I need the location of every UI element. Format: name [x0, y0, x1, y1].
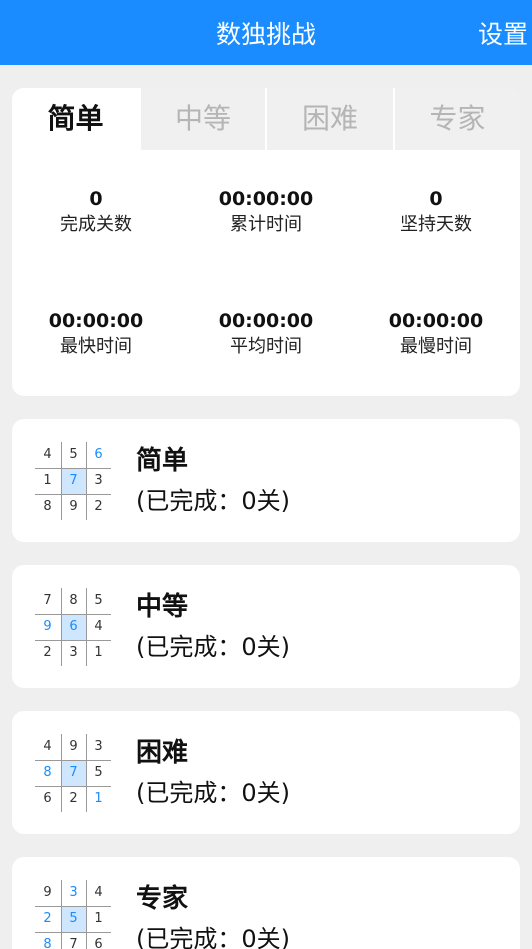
sudoku-cell: 9: [69, 739, 78, 754]
grid-divider: [61, 734, 62, 812]
level-name: 专家: [136, 884, 189, 914]
grid-divider: [61, 442, 62, 520]
tab-easy[interactable]: 简单: [12, 88, 139, 150]
grid-divider: [61, 880, 62, 949]
settings-button[interactable]: 设置: [478, 0, 528, 65]
sudoku-thumbnail-icon: 4 5 6 173 8 9 2: [35, 442, 111, 520]
stat-value: 00:00:00: [218, 310, 314, 332]
grid-divider: [86, 734, 87, 812]
level-card-hard[interactable]: 4 9 3 875 6 2 1 困难 (已完成：0关): [12, 711, 520, 834]
sudoku-cell: 2: [94, 499, 103, 514]
page-title: 数独挑战: [215, 20, 316, 49]
grid-divider: [35, 906, 111, 907]
stat-fastest-time: 00:00:00 最快时间: [12, 308, 180, 360]
grid-divider: [86, 588, 87, 666]
stat-label: 最慢时间: [400, 336, 472, 357]
level-progress: (已完成：0关): [136, 779, 290, 807]
sudoku-cell: 4: [94, 619, 103, 634]
level-card-easy[interactable]: 4 5 6 173 8 9 2 简单 (已完成：0关): [12, 419, 520, 542]
stat-value: 00:00:00: [388, 310, 484, 332]
tab-expert[interactable]: 专家: [395, 88, 520, 150]
sudoku-cell: 3: [94, 473, 103, 488]
grid-divider: [61, 588, 62, 666]
sudoku-cell: 9: [69, 499, 78, 514]
sudoku-cell: 5: [61, 906, 86, 932]
sudoku-cell: 7: [61, 468, 86, 494]
sudoku-cell: 8: [43, 937, 52, 949]
grid-divider: [35, 932, 111, 933]
sudoku-cell: 9: [43, 619, 52, 634]
level-progress: (已完成：0关): [136, 633, 290, 661]
sudoku-cell: 6: [43, 791, 52, 806]
grid-divider: [35, 760, 111, 761]
sudoku-thumbnail-icon: 4 9 3 875 6 2 1: [35, 734, 111, 812]
sudoku-cell: 1: [94, 911, 103, 926]
sudoku-cell: 3: [94, 739, 103, 754]
sudoku-thumbnail-icon: 7 8 5 964 2 3 1: [35, 588, 111, 666]
sudoku-cell: 8: [69, 593, 78, 608]
sudoku-cell: 2: [43, 911, 52, 926]
sudoku-cell: 7: [69, 937, 78, 949]
top-bar: 数独挑战 设置: [0, 0, 532, 65]
sudoku-cell: 5: [94, 765, 103, 780]
stat-label: 累计时间: [230, 214, 302, 235]
level-name: 简单: [136, 446, 189, 476]
sudoku-cell: 1: [94, 645, 103, 660]
sudoku-cell: 5: [94, 593, 103, 608]
sudoku-cell: 3: [69, 885, 78, 900]
tab-medium[interactable]: 中等: [141, 88, 265, 150]
grid-divider: [35, 468, 111, 469]
sudoku-cell: 7: [43, 593, 52, 608]
stat-value: 0: [429, 188, 443, 210]
sudoku-cell: 4: [94, 885, 103, 900]
sudoku-thumbnail-icon: 9 3 4 251 8 7 6: [35, 880, 111, 949]
sudoku-cell: 7: [61, 760, 86, 786]
stat-label: 完成关数: [60, 214, 132, 235]
grid-divider: [35, 614, 111, 615]
grid-divider: [86, 880, 87, 949]
sudoku-cell: 4: [43, 739, 52, 754]
level-progress: (已完成：0关): [136, 487, 290, 515]
stat-slowest-time: 00:00:00 最慢时间: [352, 308, 520, 360]
stat-value: 00:00:00: [218, 188, 314, 210]
grid-divider: [35, 640, 111, 641]
stat-completed-levels: 0 完成关数: [12, 186, 180, 238]
level-progress: (已完成：0关): [136, 925, 290, 949]
sudoku-cell: 6: [94, 937, 103, 949]
level-name: 困难: [136, 738, 189, 768]
sudoku-cell: 8: [43, 499, 52, 514]
stat-value: 00:00:00: [48, 310, 144, 332]
sudoku-cell: 8: [43, 765, 52, 780]
level-card-expert[interactable]: 9 3 4 251 8 7 6 专家 (已完成：0关): [12, 857, 520, 949]
grid-divider: [35, 494, 111, 495]
stat-label: 最快时间: [60, 336, 132, 357]
stat-label: 平均时间: [230, 336, 302, 357]
grid-divider: [35, 786, 111, 787]
stat-total-time: 00:00:00 累计时间: [182, 186, 350, 238]
stat-value: 0: [89, 188, 103, 210]
level-name: 中等: [136, 592, 189, 622]
sudoku-cell: 2: [43, 645, 52, 660]
sudoku-cell: 1: [43, 473, 52, 488]
difficulty-tabs: 简单 中等 困难 专家: [12, 88, 520, 150]
stat-label: 坚持天数: [400, 214, 472, 235]
sudoku-cell: 2: [69, 791, 78, 806]
sudoku-cell: 1: [94, 791, 103, 806]
sudoku-cell: 5: [69, 447, 78, 462]
tab-hard[interactable]: 困难: [267, 88, 393, 150]
stat-average-time: 00:00:00 平均时间: [182, 308, 350, 360]
sudoku-cell: 3: [69, 645, 78, 660]
sudoku-cell: 6: [61, 614, 86, 640]
level-card-medium[interactable]: 7 8 5 964 2 3 1 中等 (已完成：0关): [12, 565, 520, 688]
sudoku-cell: 6: [94, 447, 103, 462]
stats-card: 简单 中等 困难 专家 0 完成关数 00:00:00 累计时间 0 坚持天数 …: [12, 88, 520, 396]
stat-streak-days: 0 坚持天数: [352, 186, 520, 238]
sudoku-cell: 4: [43, 447, 52, 462]
sudoku-cell: 9: [43, 885, 52, 900]
grid-divider: [86, 442, 87, 520]
